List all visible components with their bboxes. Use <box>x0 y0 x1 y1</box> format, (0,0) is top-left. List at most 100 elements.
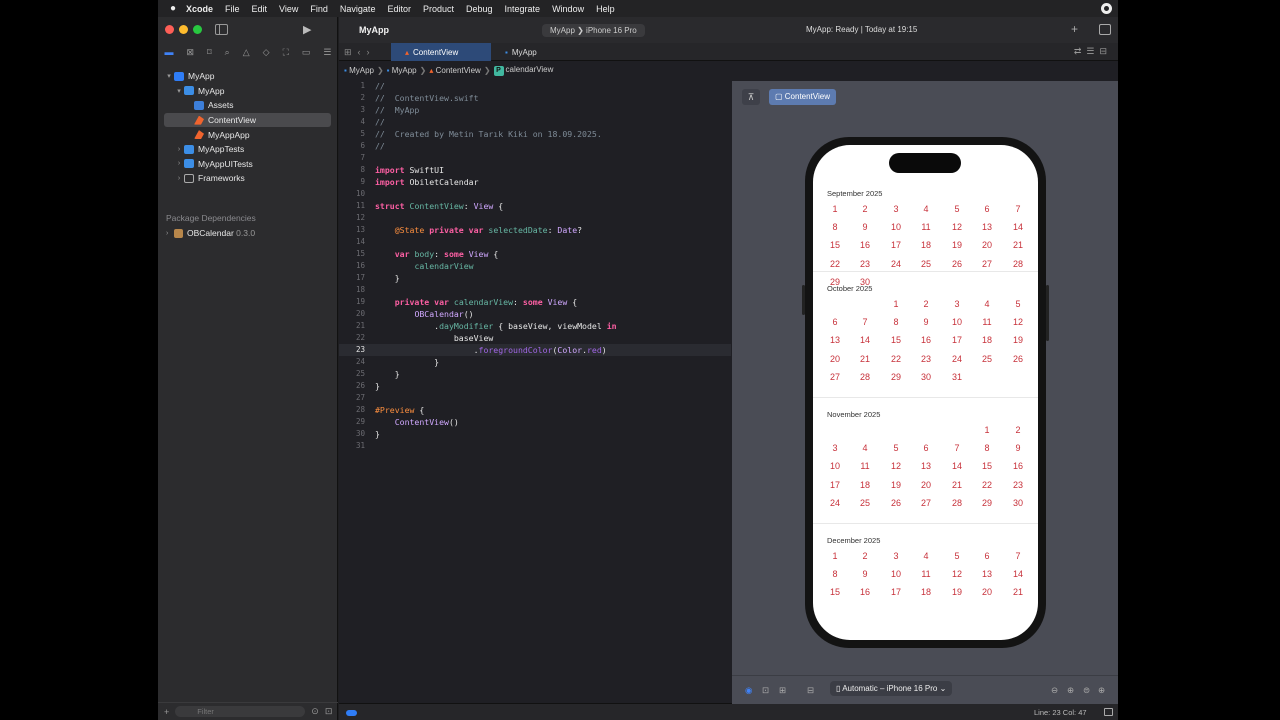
issue-icon[interactable]: △ <box>243 47 250 58</box>
code-line[interactable]: 10 <box>339 188 731 200</box>
calendar-day[interactable]: 16 <box>854 587 876 597</box>
chevron-down-icon[interactable]: ▾ <box>164 72 174 80</box>
tab-navigation-icons[interactable]: ⊞‹› <box>344 47 376 58</box>
calendar-day[interactable]: 24 <box>885 259 907 269</box>
calendar-day[interactable]: 22 <box>976 480 998 490</box>
menu-item[interactable]: View <box>273 4 304 14</box>
editor-tab[interactable]: ▴ ContentView <box>391 43 491 61</box>
code-line[interactable]: 14 <box>339 236 731 248</box>
calendar-day[interactable]: 4 <box>854 443 876 453</box>
calendar-day[interactable]: 22 <box>885 354 907 364</box>
calendar-day[interactable]: 6 <box>976 204 998 214</box>
calendar-day[interactable]: 28 <box>854 372 876 382</box>
code-line[interactable]: 18 <box>339 284 731 296</box>
calendar-day[interactable]: 19 <box>946 587 968 597</box>
calendar-day[interactable]: 8 <box>976 443 998 453</box>
calendar-day[interactable]: 12 <box>946 222 968 232</box>
calendar-day[interactable]: 7 <box>854 317 876 327</box>
code-line[interactable]: 9 import ObiletCalendar <box>339 176 731 188</box>
editor-options-icons[interactable]: ⇄☰⊟ <box>1074 46 1112 57</box>
menu-item[interactable]: File <box>219 4 246 14</box>
calendar-day[interactable]: 6 <box>915 443 937 453</box>
chevron-right-icon[interactable]: › <box>174 175 184 182</box>
calendar-day[interactable]: 26 <box>885 498 907 508</box>
sidebar-toggle-icon[interactable] <box>215 24 228 35</box>
screen-record-icon[interactable] <box>1101 3 1112 14</box>
calendar-day[interactable]: 15 <box>885 335 907 345</box>
zoom-out-icon[interactable]: ⊖ <box>1051 685 1058 696</box>
calendar-day[interactable]: 4 <box>915 204 937 214</box>
code-line[interactable]: 26} <box>339 380 731 392</box>
navigator-item[interactable]: ContentView <box>164 112 331 128</box>
chevron-down-icon[interactable]: ▾ <box>174 87 184 95</box>
calendar-day[interactable]: 9 <box>854 569 876 579</box>
menu-item[interactable]: Debug <box>460 4 499 14</box>
code-line[interactable]: 15 var body: some View { <box>339 248 731 260</box>
calendar-day[interactable]: 31 <box>946 372 968 382</box>
code-line[interactable]: 19 private var calendarView: some View { <box>339 296 731 308</box>
code-line[interactable]: 7 <box>339 152 731 164</box>
calendar-day[interactable]: 10 <box>824 461 846 471</box>
minimap-toggle-icon[interactable] <box>1104 708 1113 716</box>
scm-filter-icon[interactable]: ⊡ <box>325 706 333 717</box>
calendar-day[interactable]: 3 <box>885 551 907 561</box>
navigator-item[interactable]: Assets <box>158 98 338 113</box>
calendar-day[interactable]: 12 <box>1007 317 1029 327</box>
calendar-day[interactable]: 3 <box>824 443 846 453</box>
calendar-day[interactable]: 13 <box>824 335 846 345</box>
calendar-day[interactable]: 23 <box>915 354 937 364</box>
chevron-right-icon[interactable]: › <box>166 230 174 237</box>
package-item[interactable]: › OBCalendar 0.3.0 <box>166 228 256 238</box>
menu-item[interactable]: Window <box>546 4 590 14</box>
calendar-day[interactable]: 27 <box>915 498 937 508</box>
calendar-day[interactable]: 15 <box>824 587 846 597</box>
navigator-item[interactable]: › MyAppTests <box>158 142 338 157</box>
code-line[interactable]: 11 struct ContentView: View { <box>339 200 731 212</box>
breakpoint-icon[interactable]: ▭ <box>302 47 311 58</box>
calendar-day[interactable]: 7 <box>1007 551 1029 561</box>
add-icon[interactable]: + <box>164 707 169 717</box>
code-line[interactable]: 22 baseView <box>339 332 731 344</box>
navigator-item[interactable]: ▾ MyApp <box>158 69 338 84</box>
code-line[interactable]: 2 // ContentView.swift <box>339 92 731 104</box>
calendar-day[interactable]: 7 <box>1007 204 1029 214</box>
calendar-day[interactable]: 5 <box>1007 299 1029 309</box>
calendar-day[interactable]: 20 <box>915 480 937 490</box>
calendar-day[interactable]: 14 <box>946 461 968 471</box>
code-line[interactable]: 16 calendarView <box>339 260 731 272</box>
calendar-day[interactable]: 26 <box>946 259 968 269</box>
calendar-day[interactable]: 29 <box>885 372 907 382</box>
calendar-day[interactable]: 2 <box>854 204 876 214</box>
jump-bar-item[interactable]: ▴ ContentView <box>429 66 480 75</box>
project-navigator-icon[interactable]: ▬ <box>165 47 174 57</box>
code-line[interactable]: 23 .foregroundColor(Color.red) <box>339 344 731 356</box>
calendar-day[interactable]: 18 <box>915 587 937 597</box>
calendar-day[interactable]: 20 <box>824 354 846 364</box>
inspector-toggle-icon[interactable] <box>1099 24 1111 35</box>
calendar-day[interactable]: 18 <box>976 335 998 345</box>
code-line[interactable]: 12 <box>339 212 731 224</box>
calendar-day[interactable]: 21 <box>854 354 876 364</box>
calendar-day[interactable]: 16 <box>1007 461 1029 471</box>
calendar-day[interactable]: 10 <box>885 222 907 232</box>
calendar-day[interactable]: 13 <box>976 222 998 232</box>
calendar-day[interactable]: 7 <box>946 443 968 453</box>
calendar-day[interactable]: 28 <box>946 498 968 508</box>
code-line[interactable]: 6 // <box>339 140 731 152</box>
selectable-mode-icon[interactable]: ⊡ <box>762 685 769 696</box>
calendar-day[interactable]: 27 <box>824 372 846 382</box>
calendar-day[interactable]: 1 <box>824 551 846 561</box>
calendar-day[interactable]: 25 <box>976 354 998 364</box>
calendar-day[interactable]: 13 <box>976 569 998 579</box>
code-line[interactable]: 21 .dayModifier { baseView, viewModel in <box>339 320 731 332</box>
menu-item[interactable]: Edit <box>246 4 274 14</box>
calendar-day[interactable]: 14 <box>1007 569 1029 579</box>
calendar-day[interactable]: 9 <box>854 222 876 232</box>
navigator-item[interactable]: › MyAppUITests <box>158 157 338 172</box>
calendar-day[interactable]: 14 <box>1007 222 1029 232</box>
calendar-day[interactable]: 30 <box>1007 498 1029 508</box>
calendar-day[interactable]: 19 <box>885 480 907 490</box>
calendar-day[interactable]: 15 <box>824 240 846 250</box>
calendar-day[interactable]: 12 <box>885 461 907 471</box>
calendar-day[interactable]: 6 <box>824 317 846 327</box>
